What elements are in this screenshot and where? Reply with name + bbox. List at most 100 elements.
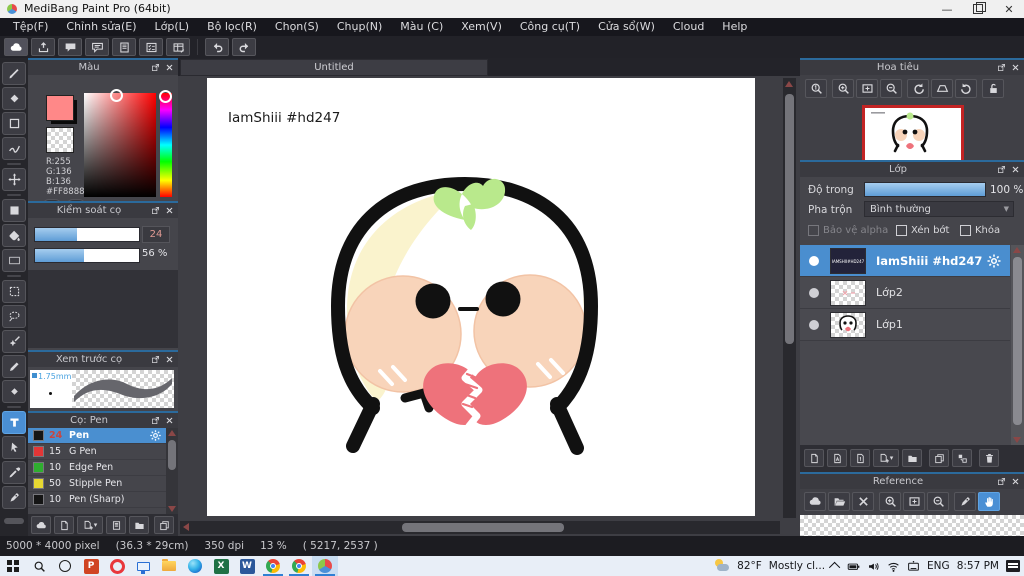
menu-layer[interactable]: Lớp(L) — [146, 18, 199, 36]
reference-cloud-button[interactable] — [804, 492, 826, 511]
navigator-zoom-out-button[interactable] — [880, 79, 902, 98]
brush-item-stipple-pen[interactable]: 50 Stipple Pen — [28, 476, 166, 492]
navigator-zoom-actual-button[interactable] — [805, 79, 827, 98]
weather-temperature[interactable]: 82°F — [737, 560, 762, 572]
menu-help[interactable]: Help — [713, 18, 756, 36]
minimize-button[interactable]: — — [932, 0, 962, 18]
menu-tools[interactable]: Công cụ(T) — [511, 18, 589, 36]
taskbar-opera[interactable] — [104, 556, 130, 576]
reference-eyedropper-button[interactable] — [954, 492, 976, 511]
tool-lasso[interactable] — [2, 305, 26, 328]
brush-size-slider[interactable] — [34, 227, 140, 242]
menu-capture[interactable]: Chụp(N) — [328, 18, 391, 36]
popout-icon[interactable] — [150, 354, 161, 365]
tool-gradient[interactable] — [2, 249, 26, 272]
reference-zoom-in-button[interactable] — [879, 492, 901, 511]
menu-cloud[interactable]: Cloud — [664, 18, 713, 36]
layer-row-text[interactable]: IAMSHII#HD247 IamShiii #hd247 — [800, 245, 1010, 277]
canvas-vertical-scrollbar[interactable] — [783, 78, 796, 518]
scroll-up-icon[interactable] — [168, 430, 176, 436]
tool-eraser[interactable] — [2, 87, 26, 110]
tool-move[interactable] — [2, 168, 26, 191]
layer-list-scrollbar[interactable] — [1011, 245, 1024, 445]
clock[interactable]: 8:57 PM — [957, 560, 999, 572]
popout-icon[interactable] — [150, 205, 161, 216]
reference-hand-button[interactable] — [978, 492, 1000, 511]
close-panel-icon[interactable] — [1010, 62, 1021, 73]
scrollbar-thumb[interactable] — [1013, 257, 1022, 425]
brush-settings-gear-icon[interactable] — [149, 429, 162, 442]
cortana-button[interactable] — [52, 556, 78, 576]
brush-item-g-pen[interactable]: 15 G Pen — [28, 444, 166, 460]
start-button[interactable] — [0, 556, 26, 576]
hue-marker[interactable] — [159, 90, 172, 103]
layer-visibility-toggle[interactable] — [809, 288, 819, 298]
tool-select-eraser[interactable] — [2, 380, 26, 403]
menu-window[interactable]: Cửa sổ(W) — [589, 18, 664, 36]
close-panel-icon[interactable] — [164, 415, 175, 426]
popout-icon[interactable] — [150, 62, 161, 73]
saturation-value-picker[interactable] — [84, 93, 156, 197]
brush-size-value[interactable]: 24 — [142, 226, 170, 243]
close-panel-icon[interactable] — [164, 205, 175, 216]
delete-layer-button[interactable] — [979, 449, 999, 467]
navigator-rotate-cw-button[interactable] — [955, 79, 977, 98]
comment-button[interactable] — [58, 38, 82, 56]
action-center-icon[interactable] — [1006, 560, 1020, 572]
taskbar-chrome[interactable] — [260, 556, 286, 576]
clipping-checkbox[interactable]: Xén bớt — [896, 225, 949, 236]
menu-file[interactable]: Tệp(F) — [4, 18, 57, 36]
close-panel-icon[interactable] — [164, 62, 175, 73]
brush-cloud-button[interactable] — [31, 516, 51, 534]
taskbar-powerpoint[interactable]: P — [78, 556, 104, 576]
sv-marker[interactable] — [110, 89, 123, 102]
document-tab[interactable]: Untitled — [180, 59, 488, 76]
navigator-rotate-ccw-button[interactable] — [907, 79, 929, 98]
checklist-button[interactable] — [139, 38, 163, 56]
menu-color[interactable]: Màu (C) — [391, 18, 452, 36]
alpha-lock-checkbox[interactable]: Bảo vệ alpha — [808, 225, 888, 236]
new-folder-button[interactable] — [902, 449, 922, 467]
battery-icon[interactable] — [847, 560, 860, 573]
language-indicator[interactable]: ENG — [927, 560, 950, 572]
layer-visibility-toggle[interactable] — [809, 256, 819, 266]
brush-new-button[interactable] — [54, 516, 74, 534]
material-table-button[interactable] — [166, 38, 190, 56]
tool-curve-snap[interactable] — [2, 137, 26, 160]
brush-list-scrollbar[interactable] — [166, 428, 178, 514]
drawing-canvas[interactable]: IamShiii #hd247 — [207, 78, 755, 516]
menu-filter[interactable]: Bộ lọc(R) — [198, 18, 266, 36]
tool-fill-shape[interactable] — [2, 199, 26, 222]
taskbar-file-explorer[interactable] — [156, 556, 182, 576]
brush-item-pen-sharp[interactable]: 10 Pen (Sharp) — [28, 492, 166, 508]
reference-open-button[interactable] — [828, 492, 850, 511]
tool-size-slider[interactable] — [4, 518, 24, 524]
brush-duplicate-button[interactable] — [154, 516, 174, 534]
brush-folder-button[interactable] — [129, 516, 149, 534]
scroll-left-icon[interactable] — [183, 523, 189, 531]
touch-keyboard-icon[interactable] — [907, 560, 920, 573]
export-button[interactable] — [31, 38, 55, 56]
tool-magic-wand[interactable] — [2, 330, 26, 353]
tool-select-rect[interactable] — [2, 280, 26, 303]
reference-fit-button[interactable] — [903, 492, 925, 511]
popout-icon[interactable] — [996, 62, 1007, 73]
weather-description[interactable]: Mostly cl... — [769, 560, 825, 572]
tool-eyedropper[interactable] — [2, 461, 26, 484]
scroll-up-icon[interactable] — [785, 81, 793, 87]
taskbar-search-button[interactable] — [26, 556, 52, 576]
volume-icon[interactable] — [867, 560, 880, 573]
lock-checkbox[interactable]: Khóa — [960, 225, 1000, 236]
navigator-unlock-button[interactable] — [982, 79, 1004, 98]
brush-script-button[interactable] — [106, 516, 126, 534]
taskbar-chrome-2[interactable] — [286, 556, 312, 576]
tool-bucket[interactable] — [2, 224, 26, 247]
reference-zoom-out-button[interactable] — [927, 492, 949, 511]
tool-shape[interactable] — [2, 112, 26, 135]
new-layer-button[interactable] — [804, 449, 824, 467]
undo-button[interactable] — [205, 38, 229, 56]
navigator-zoom-in-button[interactable] — [832, 79, 854, 98]
add-layer-menu-button[interactable]: ▾ — [873, 449, 899, 467]
layer-row-2[interactable]: Lớp2 — [800, 277, 1010, 309]
menu-edit[interactable]: Chỉnh sửa(E) — [57, 18, 145, 36]
